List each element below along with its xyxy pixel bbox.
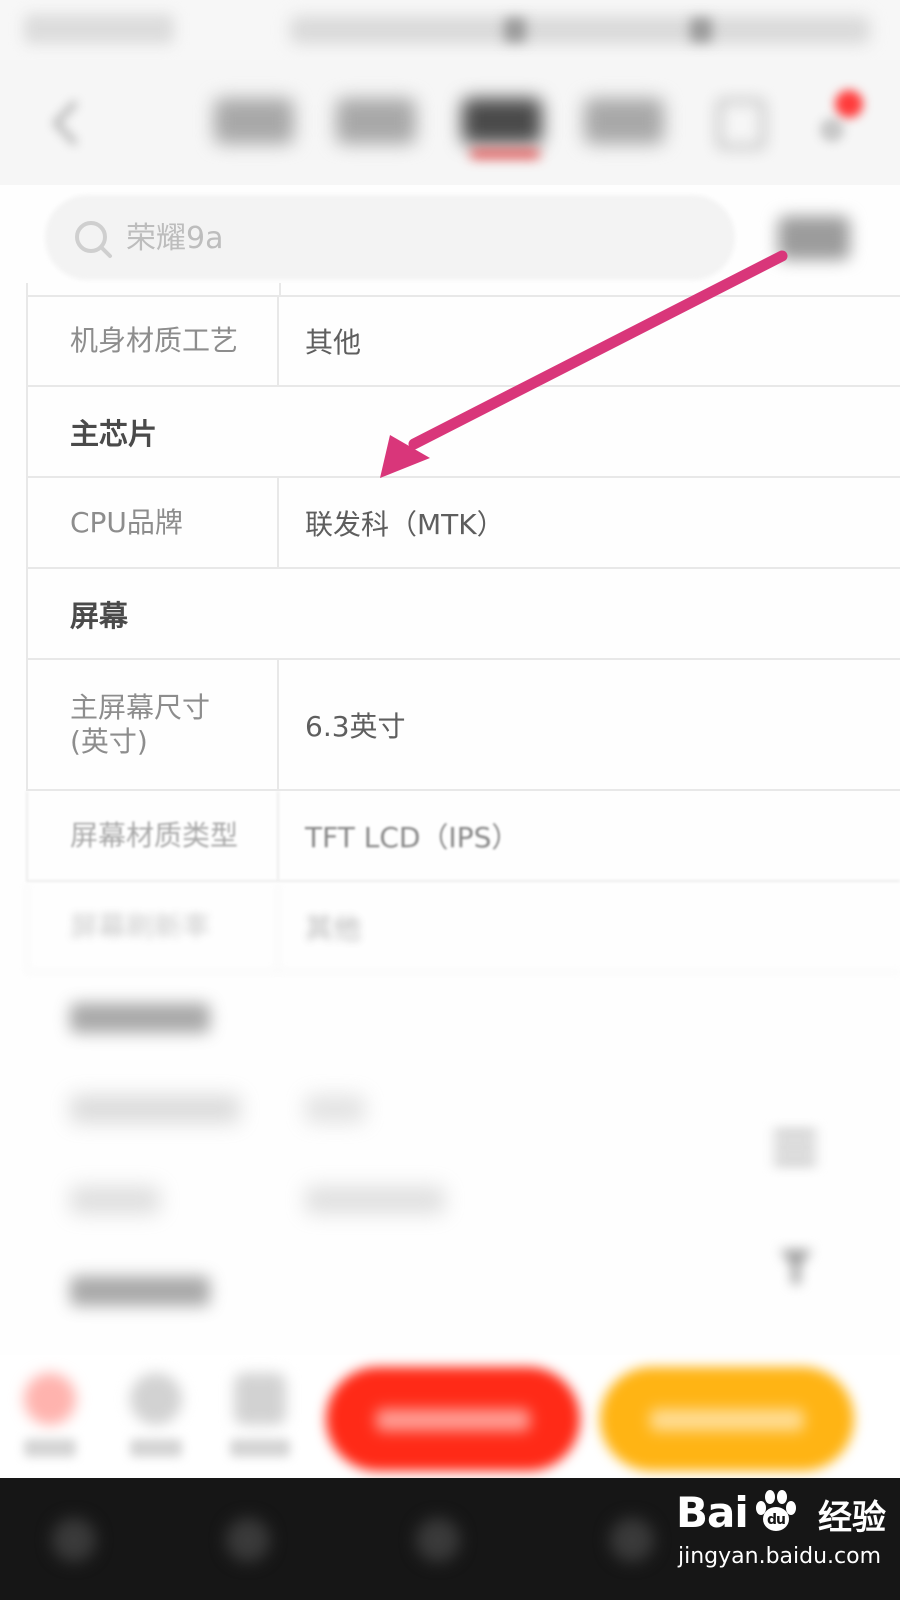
- search-button[interactable]: [778, 216, 850, 260]
- blurred-label: [28, 1064, 279, 1153]
- spec-value: TFT LCD（IPS）: [305, 820, 520, 854]
- baidu-jingyan-watermark: Bai du 经验 jingyan.baidu.com: [676, 1476, 886, 1586]
- active-tab-indicator: [470, 150, 540, 158]
- status-indicators: [290, 16, 870, 44]
- cart-icon[interactable]: [234, 1373, 286, 1425]
- spec-value: 其他: [305, 911, 362, 945]
- spec-row-screen-size: 主屏幕尺寸(英寸) 6.3英寸: [26, 660, 900, 791]
- bottom-action-bar: [0, 1355, 900, 1475]
- spec-value: 6.3英寸: [305, 709, 406, 743]
- spec-label: 机身材质工艺: [28, 297, 279, 385]
- signal-icon: [504, 18, 526, 42]
- search-input[interactable]: [126, 210, 686, 266]
- top-nav: [0, 60, 900, 185]
- svg-text:du: du: [767, 1512, 785, 1528]
- menu-nav-icon[interactable]: [52, 1518, 96, 1562]
- section-header-chip: 主芯片: [26, 387, 900, 478]
- spec-row-screen-material: 屏幕材质类型 TFT LCD（IPS）: [26, 791, 900, 882]
- spec-label: CPU品牌: [28, 478, 279, 567]
- paw-icon: du: [755, 1490, 796, 1531]
- customer-service-icon[interactable]: [130, 1373, 182, 1425]
- spec-value: 联发科（MTK）: [305, 507, 505, 541]
- tab-reviews[interactable]: [336, 98, 416, 144]
- buy-now-button[interactable]: [600, 1367, 854, 1471]
- search-icon: [72, 218, 114, 260]
- blurred-row: [26, 1064, 900, 1155]
- customer-service-label: [130, 1439, 182, 1457]
- spec-row-body-material: 机身材质工艺 其他: [26, 295, 900, 387]
- spec-label: 主屏幕尺寸(英寸): [28, 660, 279, 789]
- tab-recommend[interactable]: [584, 98, 664, 144]
- blurred-row: [26, 1155, 900, 1246]
- back-nav-icon[interactable]: [226, 1518, 270, 1562]
- tab-details[interactable]: [462, 98, 542, 144]
- blurred-text: [70, 1094, 240, 1123]
- blurred-text: [70, 1185, 160, 1214]
- blurred-section-title: [28, 973, 210, 1062]
- spec-value: 其他: [305, 326, 362, 359]
- blurred-text: [70, 1275, 210, 1306]
- home-nav-icon[interactable]: [416, 1518, 460, 1562]
- table-top-edge: [26, 283, 900, 295]
- section-title: 主芯片: [70, 416, 158, 451]
- spec-row-refresh-rate: 屏幕刷新率 其他: [26, 882, 900, 973]
- cart-label: [230, 1439, 290, 1457]
- share-icon[interactable]: [716, 98, 766, 150]
- app-screen: 机身材质工艺 其他 主芯片 CPU品牌 联发科（MTK） 屏幕 主屏幕尺寸(英寸…: [0, 0, 900, 1600]
- spec-label: 屏幕材质类型: [28, 791, 279, 880]
- spec-row-cpu-brand: CPU品牌 联发科（MTK）: [26, 478, 900, 569]
- back-arrow-icon[interactable]: [44, 98, 88, 148]
- spec-label: 屏幕刷新率: [28, 882, 279, 971]
- blurred-text: [305, 1185, 445, 1214]
- watermark-logo: Bai du: [676, 1482, 804, 1542]
- buy-now-label: [650, 1409, 804, 1431]
- spec-table: 机身材质工艺 其他 主芯片 CPU品牌 联发科（MTK） 屏幕 主屏幕尺寸(英寸…: [26, 283, 900, 1337]
- section-header-blurred: [26, 1246, 900, 1337]
- back-to-top-icon[interactable]: [776, 1240, 816, 1290]
- section-header-screen: 屏幕: [26, 569, 900, 660]
- add-to-cart-button[interactable]: [326, 1367, 580, 1471]
- section-header-blurred: [26, 973, 900, 1064]
- notification-badge: [835, 90, 863, 118]
- blurred-text: [70, 1002, 210, 1033]
- tab-product[interactable]: [214, 98, 294, 144]
- add-to-cart-label: [376, 1409, 530, 1431]
- list-icon[interactable]: [770, 1122, 820, 1172]
- watermark-url: jingyan.baidu.com: [678, 1544, 882, 1569]
- watermark-sub: 经验: [818, 1498, 886, 1538]
- blurred-text: [305, 1094, 365, 1123]
- recents-nav-icon[interactable]: [610, 1518, 654, 1562]
- status-bar: [0, 0, 900, 60]
- blurred-label: [28, 1155, 279, 1244]
- store-label: [24, 1439, 76, 1457]
- section-title: 屏幕: [70, 598, 129, 633]
- store-icon[interactable]: [24, 1373, 76, 1425]
- carrier-name: [24, 14, 174, 44]
- blurred-section-title: [28, 1246, 210, 1335]
- battery-icon: [690, 18, 712, 42]
